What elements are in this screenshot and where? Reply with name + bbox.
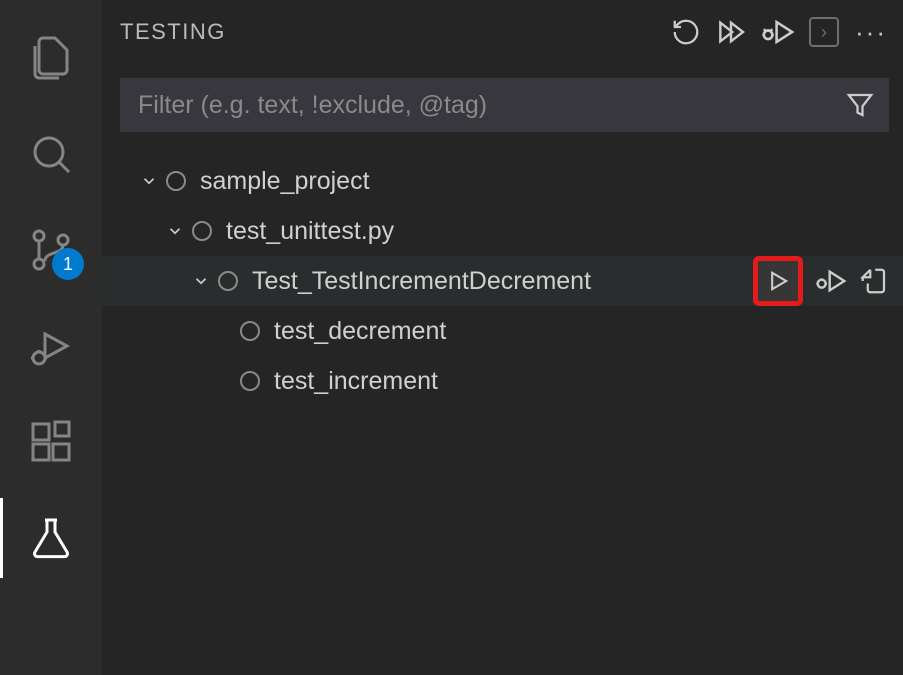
status-indicator	[166, 171, 186, 191]
tree-label: test_unittest.py	[226, 217, 394, 246]
tree-label: Test_TestIncrementDecrement	[252, 267, 591, 296]
status-indicator	[240, 371, 260, 391]
testing-tab[interactable]	[0, 490, 102, 586]
chevron-down-icon	[162, 222, 188, 240]
extensions-tab[interactable]	[0, 394, 102, 490]
row-actions	[753, 256, 889, 306]
tree-node-test[interactable]: test_increment	[102, 356, 903, 406]
run-all-button[interactable]	[715, 16, 747, 48]
search-tab[interactable]	[0, 106, 102, 202]
refresh-icon	[671, 17, 701, 47]
panel-title: TESTING	[120, 19, 671, 45]
test-tree: sample_project test_unittest.py Test_Tes…	[102, 150, 903, 406]
source-control-badge: 1	[52, 248, 84, 280]
debug-run-icon	[761, 15, 795, 49]
chevron-right-icon: ›	[821, 22, 827, 43]
testing-panel: TESTING	[102, 0, 903, 675]
status-indicator	[218, 271, 238, 291]
tree-label: sample_project	[200, 167, 370, 196]
tree-node-file[interactable]: test_unittest.py	[102, 206, 903, 256]
status-indicator	[192, 221, 212, 241]
funnel-icon	[845, 90, 875, 120]
goto-file-icon	[859, 266, 889, 296]
debug-play-icon	[815, 265, 847, 297]
chevron-down-icon	[136, 172, 162, 190]
tree-node-class[interactable]: Test_TestIncrementDecrement	[102, 256, 903, 306]
chevron-down-icon	[188, 272, 214, 290]
source-control-tab[interactable]: 1	[0, 202, 102, 298]
debug-all-button[interactable]	[761, 15, 795, 49]
debug-test-button[interactable]	[815, 265, 847, 297]
filter-row	[120, 78, 889, 132]
collapse-button[interactable]: ›	[809, 17, 839, 47]
header-actions: › ···	[671, 15, 889, 49]
flask-icon	[27, 514, 75, 562]
tree-label: test_decrement	[274, 317, 446, 346]
extensions-icon	[27, 418, 75, 466]
files-icon	[27, 34, 75, 82]
run-debug-icon	[27, 322, 75, 370]
tree-node-project[interactable]: sample_project	[102, 156, 903, 206]
tree-label: test_increment	[274, 367, 438, 396]
ellipsis-icon: ···	[855, 17, 887, 47]
explorer-tab[interactable]	[0, 10, 102, 106]
run-test-button[interactable]	[753, 256, 803, 306]
run-all-icon	[715, 16, 747, 48]
refresh-button[interactable]	[671, 17, 701, 47]
tree-node-test[interactable]: test_decrement	[102, 306, 903, 356]
panel-header: TESTING	[102, 0, 903, 68]
filter-button[interactable]	[831, 90, 889, 120]
search-icon	[27, 130, 75, 178]
run-debug-tab[interactable]	[0, 298, 102, 394]
goto-file-button[interactable]	[859, 266, 889, 296]
filter-input[interactable]	[120, 78, 831, 132]
more-button[interactable]: ···	[853, 17, 889, 48]
play-icon	[764, 267, 792, 295]
activity-bar: 1	[0, 0, 102, 675]
status-indicator	[240, 321, 260, 341]
